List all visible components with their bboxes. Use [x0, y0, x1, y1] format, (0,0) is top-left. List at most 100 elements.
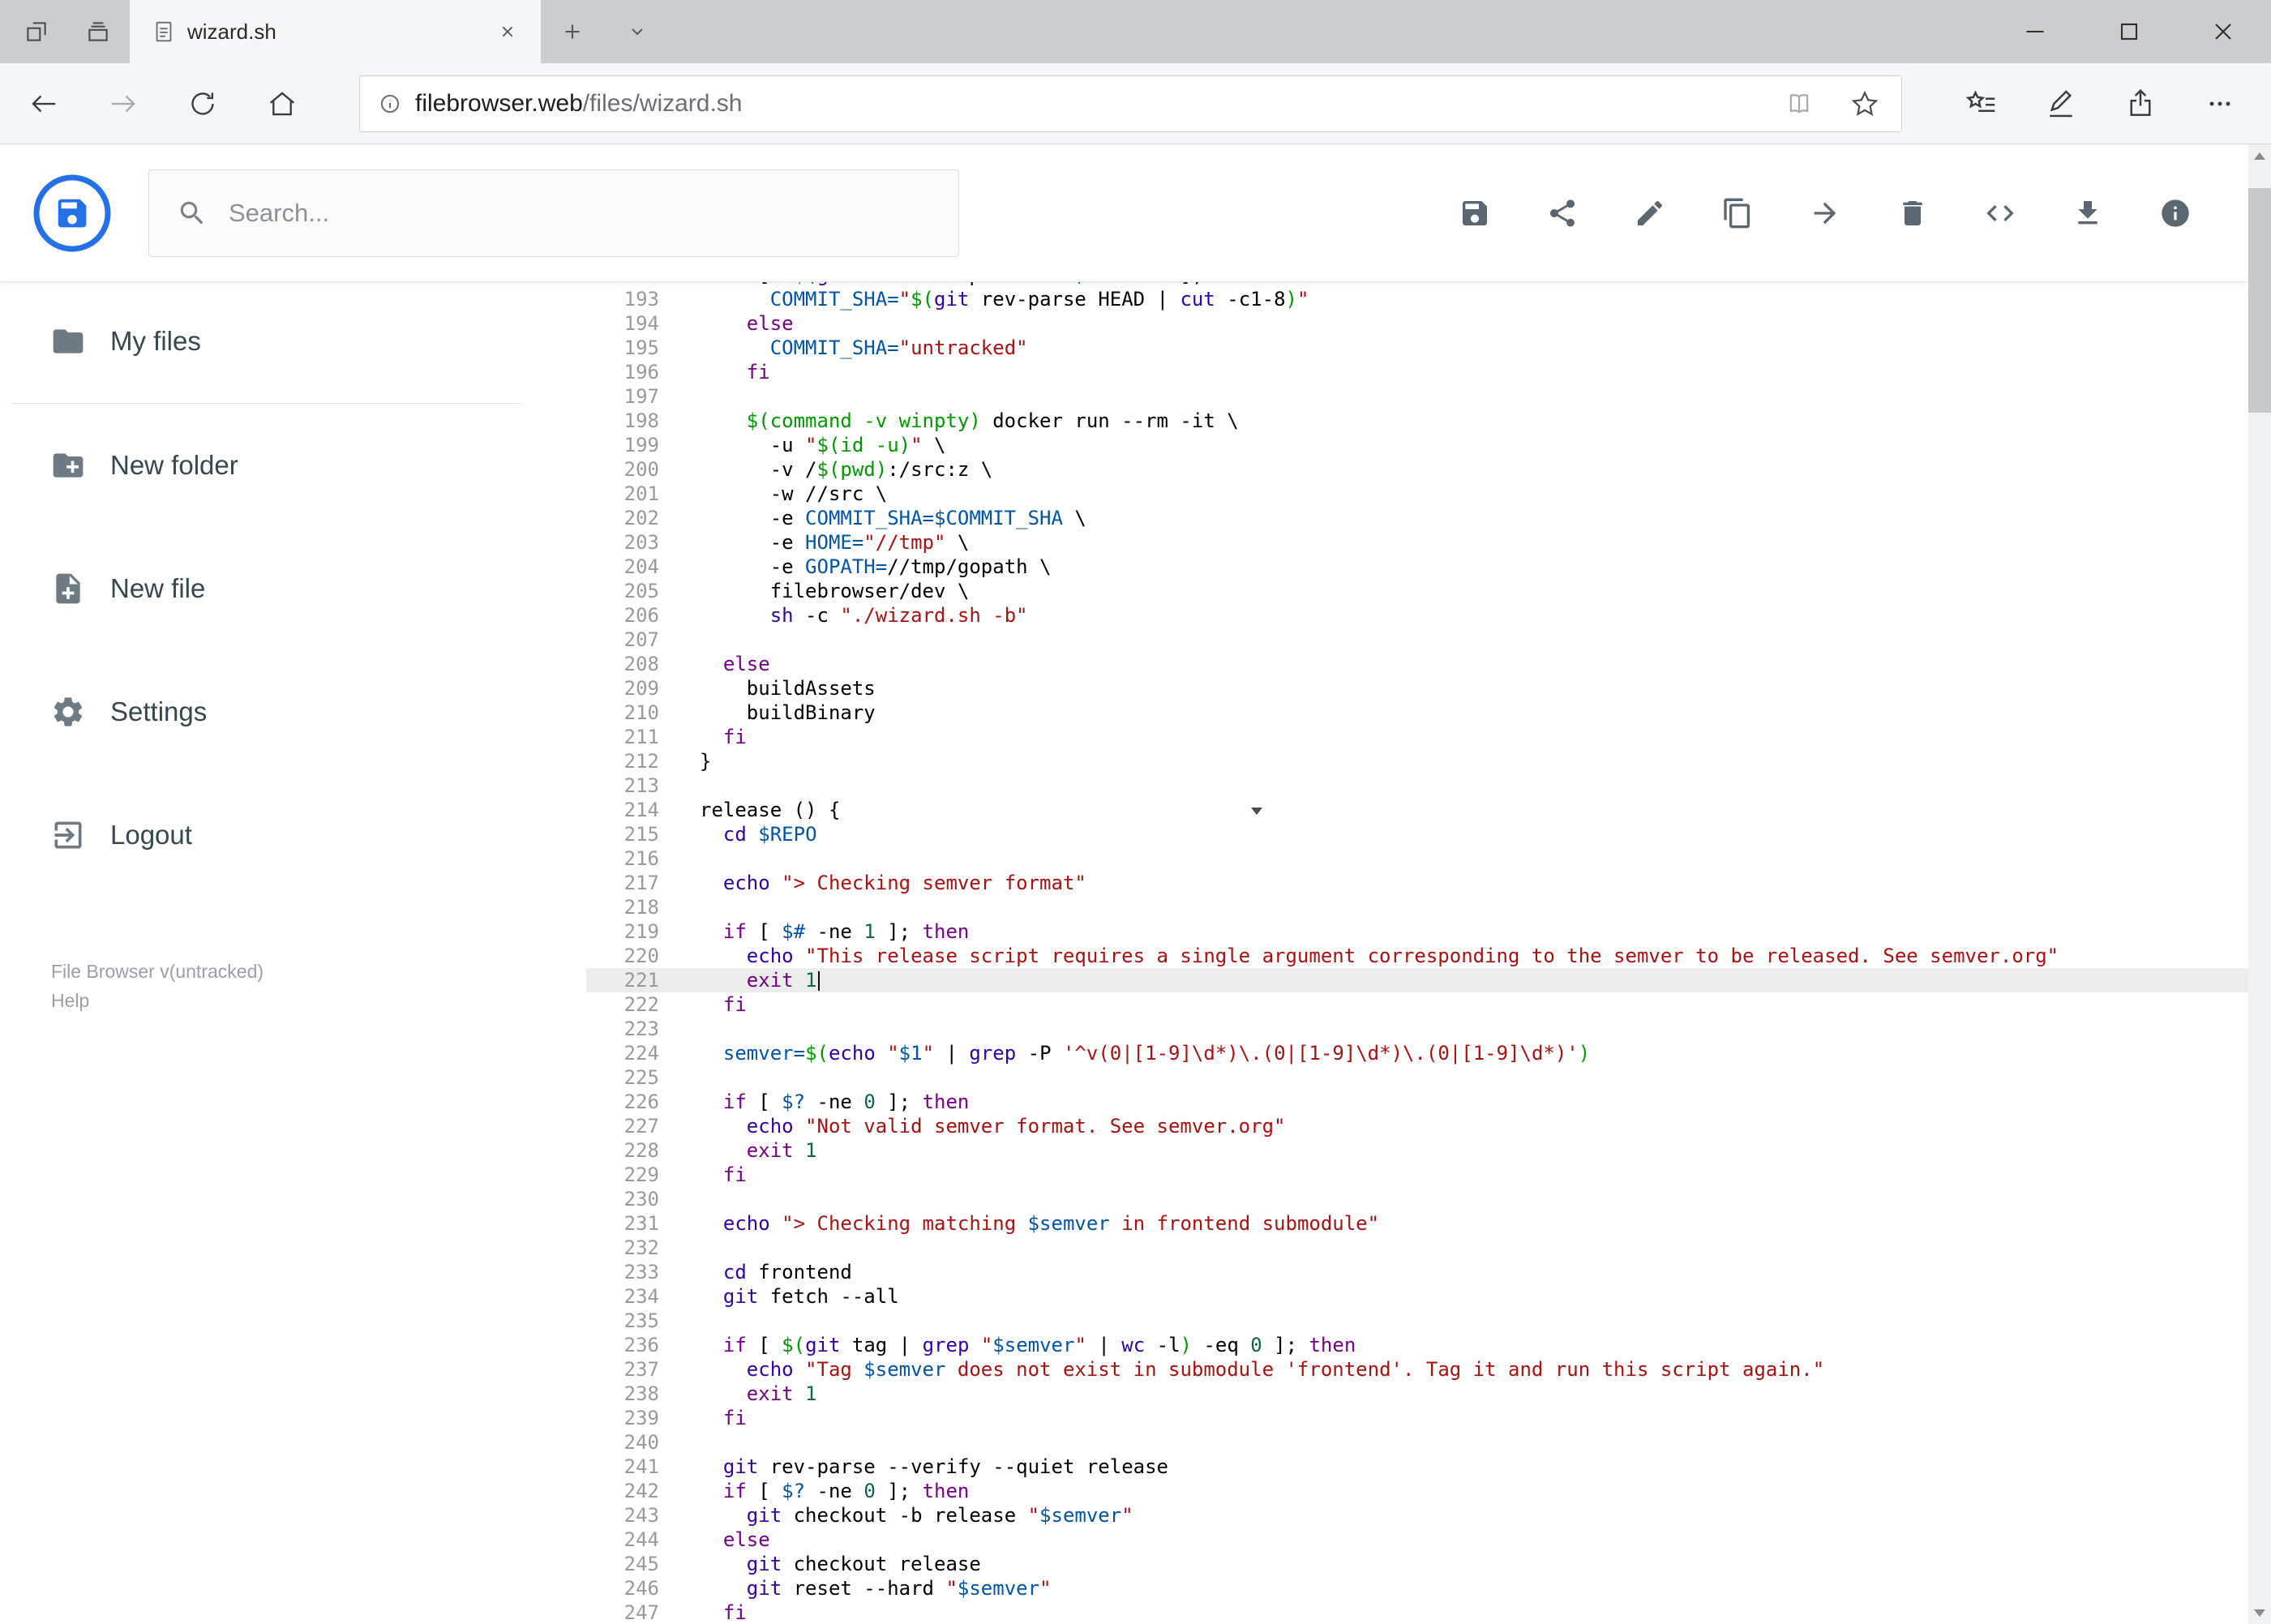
- code-line-247[interactable]: 247 fi: [586, 1600, 2248, 1624]
- code-line-224[interactable]: 224 semver=$(echo "$1" | grep -P '^v(0|[…: [586, 1041, 2248, 1065]
- code-line-232[interactable]: 232: [586, 1236, 2248, 1260]
- code-line-200[interactable]: 200 -v /$(pwd):/src:z \: [586, 457, 2248, 482]
- code-line-237[interactable]: 237 echo "Tag $semver does not exist in …: [586, 1357, 2248, 1382]
- code-line-198[interactable]: 198 $(command -v winpty) docker run --rm…: [586, 409, 2248, 433]
- site-info-icon[interactable]: [376, 90, 404, 118]
- code-line-236[interactable]: 236 if [ $(git tag | grep "$semver" | wc…: [586, 1333, 2248, 1357]
- code-line-234[interactable]: 234 git fetch --all: [586, 1284, 2248, 1309]
- code-line-239[interactable]: 239 fi: [586, 1406, 2248, 1430]
- code-line-202[interactable]: 202 -e COMMIT_SHA=$COMMIT_SHA \: [586, 506, 2248, 530]
- scroll-up-arrow-icon[interactable]: [2248, 144, 2271, 167]
- code-line-218[interactable]: 218: [586, 895, 2248, 919]
- window-close-button[interactable]: [2187, 0, 2260, 63]
- code-line-235[interactable]: 235: [586, 1309, 2248, 1333]
- code-line-217[interactable]: 217 echo "> Checking semver format": [586, 871, 2248, 895]
- share-file-icon[interactable]: [1546, 197, 1579, 229]
- code-line-215[interactable]: 215 cd $REPO: [586, 822, 2248, 846]
- save-icon[interactable]: [1459, 197, 1491, 229]
- code-line-199[interactable]: 199 -u "$(id -u)" \: [586, 433, 2248, 457]
- window-maximize-button[interactable]: [2093, 0, 2166, 63]
- reading-view-icon[interactable]: [1785, 89, 1814, 118]
- code-line-209[interactable]: 209 buildAssets: [586, 676, 2248, 701]
- code-line-219[interactable]: 219 if [ $# -ne 1 ]; then: [586, 919, 2248, 944]
- move-icon[interactable]: [1809, 197, 1841, 229]
- address-bar[interactable]: filebrowser.web/files/wizard.sh: [359, 75, 1902, 132]
- code-line-201[interactable]: 201 -w //src \: [586, 482, 2248, 506]
- code-line-208[interactable]: 208 else: [586, 652, 2248, 676]
- hub-icon[interactable]: [1964, 86, 1999, 122]
- code-line-216[interactable]: 216: [586, 846, 2248, 871]
- copy-icon[interactable]: [1721, 197, 1754, 229]
- scroll-down-arrow-icon[interactable]: [2248, 1601, 2271, 1624]
- code-line-240[interactable]: 240: [586, 1430, 2248, 1455]
- code-line-207[interactable]: 207: [586, 628, 2248, 652]
- code-line-210[interactable]: 210 buildBinary: [586, 701, 2248, 725]
- fold-marker-icon[interactable]: [1251, 808, 1262, 815]
- refresh-button[interactable]: [185, 86, 221, 122]
- code-line-204[interactable]: 204 -e GOPATH=//tmp/gopath \: [586, 555, 2248, 579]
- code-line-223[interactable]: 223: [586, 1017, 2248, 1041]
- favorite-star-icon[interactable]: [1850, 89, 1879, 118]
- code-line-196[interactable]: 196 fi: [586, 360, 2248, 384]
- code-line-205[interactable]: 205 filebrowser/dev \: [586, 579, 2248, 603]
- code-line-227[interactable]: 227 echo "Not valid semver format. See s…: [586, 1114, 2248, 1138]
- code-line-222[interactable]: 222 fi: [586, 992, 2248, 1017]
- search-box[interactable]: [148, 169, 959, 257]
- code-line-195[interactable]: 195 COMMIT_SHA="untracked": [586, 336, 2248, 360]
- tab-close-icon[interactable]: [495, 19, 520, 44]
- browser-tab-active[interactable]: wizard.sh: [130, 0, 541, 63]
- code-line-213[interactable]: 213: [586, 773, 2248, 798]
- code-line-231[interactable]: 231 echo "> Checking matching $semver in…: [586, 1211, 2248, 1236]
- code-line-230[interactable]: 230: [586, 1187, 2248, 1211]
- window-minimize-button[interactable]: [1999, 0, 2072, 63]
- tabs-set-aside-icon[interactable]: [80, 14, 116, 49]
- search-input[interactable]: [229, 199, 893, 228]
- code-line-246[interactable]: 246 git reset --hard "$semver": [586, 1576, 2248, 1600]
- filebrowser-logo[interactable]: [32, 173, 113, 254]
- web-notes-pen-icon[interactable]: [2043, 86, 2079, 122]
- code-line-233[interactable]: 233 cd frontend: [586, 1260, 2248, 1284]
- sidebar-item-settings[interactable]: Settings: [0, 677, 586, 747]
- scrollbar-thumb[interactable]: [2248, 188, 2271, 413]
- code-line-226[interactable]: 226 if [ $? -ne 0 ]; then: [586, 1090, 2248, 1114]
- back-button[interactable]: [26, 86, 62, 122]
- share-icon[interactable]: [2123, 86, 2158, 122]
- code-line-242[interactable]: 242 if [ $? -ne 0 ]; then: [586, 1479, 2248, 1503]
- forward-button[interactable]: [105, 86, 141, 122]
- code-line-229[interactable]: 229 fi: [586, 1163, 2248, 1187]
- code-line-245[interactable]: 245 git checkout release: [586, 1552, 2248, 1576]
- delete-icon[interactable]: [1896, 197, 1929, 229]
- download-icon[interactable]: [2072, 197, 2104, 229]
- code-line-214[interactable]: 214 release () {: [586, 798, 2248, 822]
- code-line-244[interactable]: 244 else: [586, 1528, 2248, 1552]
- code-line-203[interactable]: 203 -e HOME="//tmp" \: [586, 530, 2248, 555]
- code-line-194[interactable]: 194 else: [586, 311, 2248, 336]
- code-line-197[interactable]: 197: [586, 384, 2248, 409]
- code-line-193[interactable]: 193 COMMIT_SHA="$(git rev-parse HEAD | c…: [586, 287, 2248, 311]
- code-view-icon[interactable]: [1984, 197, 2016, 229]
- set-tabs-aside-icon[interactable]: [19, 14, 54, 49]
- code-line-220[interactable]: 220 echo "This release script requires a…: [586, 944, 2248, 968]
- code-line-225[interactable]: 225: [586, 1065, 2248, 1090]
- code-line-241[interactable]: 241 git rev-parse --verify --quiet relea…: [586, 1455, 2248, 1479]
- code-line-212[interactable]: 212}: [586, 749, 2248, 773]
- code-line-206[interactable]: 206 sh -c "./wizard.sh -b": [586, 603, 2248, 628]
- code-line-221[interactable]: 221 exit 1: [586, 968, 2248, 992]
- sidebar-item-new-folder[interactable]: New folder: [0, 431, 586, 500]
- code-line-238[interactable]: 238 exit 1: [586, 1382, 2248, 1406]
- sidebar-item-new-file[interactable]: New file: [0, 554, 586, 623]
- code-line-228[interactable]: 228 exit 1: [586, 1138, 2248, 1163]
- new-tab-button[interactable]: [555, 14, 590, 49]
- tab-preview-chevron-icon[interactable]: [619, 14, 655, 49]
- home-button[interactable]: [264, 86, 300, 122]
- help-link[interactable]: Help: [51, 986, 264, 1015]
- code-line-243[interactable]: 243 git checkout -b release "$semver": [586, 1503, 2248, 1528]
- more-options-icon[interactable]: [2202, 86, 2238, 122]
- rename-icon[interactable]: [1634, 197, 1666, 229]
- code-line-211[interactable]: 211 fi: [586, 725, 2248, 749]
- sidebar-item-my-files[interactable]: My files: [0, 306, 586, 376]
- code-editor[interactable]: 192 if [ "$(git status --porcelain)" == …: [586, 282, 2248, 1624]
- sidebar-item-logout[interactable]: Logout: [0, 800, 586, 870]
- page-scrollbar[interactable]: [2248, 144, 2271, 1624]
- info-icon[interactable]: [2159, 197, 2192, 229]
